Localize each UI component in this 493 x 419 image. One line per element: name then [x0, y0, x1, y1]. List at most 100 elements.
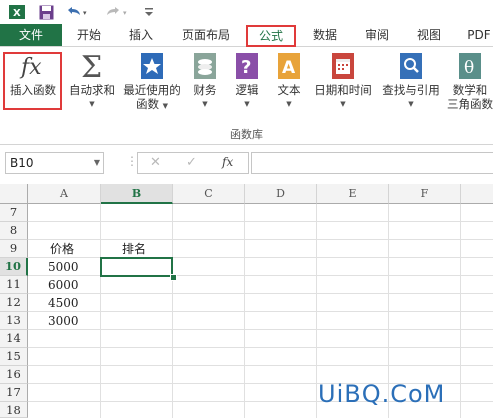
quick-access-toolbar: X ▾ ▾ — [0, 0, 493, 24]
gridline — [244, 204, 245, 418]
insert-function-label: 插入函数 — [10, 83, 56, 97]
autosum-button[interactable]: Σ 自动求和 ▼ — [66, 51, 118, 111]
recent-functions-label: 最近使用的 — [123, 83, 181, 97]
column-header-d[interactable]: D — [245, 184, 317, 204]
undo-icon[interactable]: ▾ — [64, 3, 92, 21]
formula-bar-splitter[interactable]: ⋮ — [126, 154, 138, 168]
row-header-17[interactable]: 17 — [0, 384, 28, 402]
gridline — [28, 221, 493, 222]
selected-cell-b10[interactable] — [100, 257, 173, 277]
dropdown-arrow-icon: ▼ — [340, 100, 346, 108]
cell-b9[interactable]: 排名 — [122, 240, 146, 258]
redo-icon[interactable]: ▾ — [104, 3, 132, 21]
row-header-7[interactable]: 7 — [0, 204, 28, 222]
svg-text:X: X — [13, 8, 21, 19]
logical-button[interactable]: ? 逻辑 ▼ — [230, 51, 264, 111]
tab-review[interactable]: 审阅 — [358, 24, 396, 46]
name-box-value: B10 — [10, 156, 34, 170]
financial-button[interactable]: 财务 ▼ — [188, 51, 222, 111]
recent-functions-label-2: 函数 — [135, 97, 159, 111]
insert-function-button[interactable]: fx 插入函数 — [4, 51, 62, 97]
svg-text:Σ: Σ — [81, 51, 102, 81]
gridline — [28, 329, 493, 330]
calendar-book-icon — [329, 51, 357, 81]
svg-text:A: A — [282, 58, 296, 78]
row-header-18[interactable]: 18 — [0, 402, 28, 418]
row-header-12[interactable]: 12 — [0, 294, 28, 312]
gridline — [28, 293, 493, 294]
row-header-15[interactable]: 15 — [0, 348, 28, 366]
formula-input[interactable] — [251, 152, 493, 174]
save-icon[interactable] — [37, 3, 55, 21]
row-header-8[interactable]: 8 — [0, 222, 28, 240]
logical-label: 逻辑 — [235, 83, 259, 97]
dropdown-arrow-icon: ▼ — [408, 100, 414, 108]
tab-insert[interactable]: 插入 — [122, 24, 160, 46]
dropdown-arrow-icon: ▼ — [244, 100, 250, 108]
autosum-label: 自动求和 — [69, 83, 115, 97]
math-trig-button[interactable]: θ 数学和 三角函数 — [447, 51, 493, 111]
name-box[interactable]: B10 ▼ — [5, 152, 104, 174]
dropdown-arrow-icon: ▼ — [162, 102, 169, 110]
recent-functions-button[interactable]: 最近使用的 函数 ▼ — [121, 51, 183, 113]
row-header-14[interactable]: 14 — [0, 330, 28, 348]
ribbon-tabs: 文件 开始 插入 页面布局 公式 数据 审阅 视图 PDF — [0, 24, 493, 47]
cell-a13[interactable]: 3000 — [48, 312, 79, 330]
column-header-g[interactable] — [461, 184, 493, 204]
coins-book-icon — [191, 51, 219, 81]
row-header-16[interactable]: 16 — [0, 366, 28, 384]
column-header-c[interactable]: C — [173, 184, 245, 204]
gridline — [28, 347, 493, 348]
lookup-reference-button[interactable]: 查找与引用 ▼ — [377, 51, 445, 111]
cell-a11[interactable]: 6000 — [48, 276, 79, 294]
chevron-down-icon[interactable]: ▼ — [94, 153, 100, 173]
row-header-10[interactable]: 10 — [0, 258, 28, 276]
gridline — [28, 311, 493, 312]
select-all-corner[interactable] — [0, 184, 28, 204]
customize-qat-icon[interactable] — [142, 3, 156, 21]
tab-pdf[interactable]: PDF — [462, 24, 493, 46]
math-trig-label-2: 三角函数 — [447, 97, 493, 111]
datetime-label: 日期和时间 — [314, 83, 372, 97]
magnifier-book-icon — [397, 51, 425, 81]
formula-bar: B10 ▼ ⋮ ✕ ✓ fx — [0, 152, 493, 176]
gridline — [316, 204, 317, 418]
question-book-icon: ? — [233, 51, 261, 81]
watermark: UiBQ.CoM — [318, 380, 446, 408]
text-label: 文本 — [277, 83, 301, 97]
svg-text:?: ? — [241, 57, 251, 78]
text-button[interactable]: A 文本 ▼ — [272, 51, 306, 111]
cancel-icon[interactable]: ✕ — [150, 155, 161, 170]
row-header-13[interactable]: 13 — [0, 312, 28, 330]
svg-text:θ: θ — [464, 58, 474, 78]
gridline — [172, 204, 173, 418]
sigma-icon: Σ — [78, 51, 106, 81]
tab-data[interactable]: 数据 — [306, 24, 344, 46]
tab-formulas[interactable]: 公式 — [246, 25, 296, 47]
insert-function-fx-icon[interactable]: fx — [222, 155, 233, 169]
confirm-icon[interactable]: ✓ — [186, 155, 197, 170]
tab-file[interactable]: 文件 — [0, 24, 62, 46]
financial-label: 财务 — [193, 83, 217, 97]
column-header-f[interactable]: F — [389, 184, 461, 204]
gridline — [28, 257, 493, 258]
lookup-reference-label: 查找与引用 — [382, 83, 440, 97]
fx-icon: fx — [19, 51, 47, 81]
cell-a10[interactable]: 5000 — [48, 258, 79, 276]
row-header-9[interactable]: 9 — [0, 240, 28, 258]
formula-bar-buttons: ✕ ✓ fx — [137, 152, 249, 174]
cell-a9[interactable]: 价格 — [50, 240, 74, 258]
tab-home[interactable]: 开始 — [70, 24, 108, 46]
tab-view[interactable]: 视图 — [410, 24, 448, 46]
column-header-e[interactable]: E — [317, 184, 389, 204]
datetime-button[interactable]: 日期和时间 ▼ — [310, 51, 376, 111]
column-header-a[interactable]: A — [28, 184, 101, 204]
column-header-b[interactable]: B — [101, 184, 173, 204]
dropdown-arrow-icon: ▼ — [286, 100, 292, 108]
row-header-11[interactable]: 11 — [0, 276, 28, 294]
excel-logo-icon[interactable]: X — [8, 3, 26, 21]
fill-handle[interactable] — [170, 274, 177, 281]
cell-a12[interactable]: 4500 — [48, 294, 79, 312]
ribbon-formulas-panel: fx 插入函数 Σ 自动求和 ▼ 最近使用的 函数 ▼ 财务 ▼ ? 逻辑 ▼ … — [0, 47, 493, 145]
tab-page-layout[interactable]: 页面布局 — [174, 24, 238, 46]
